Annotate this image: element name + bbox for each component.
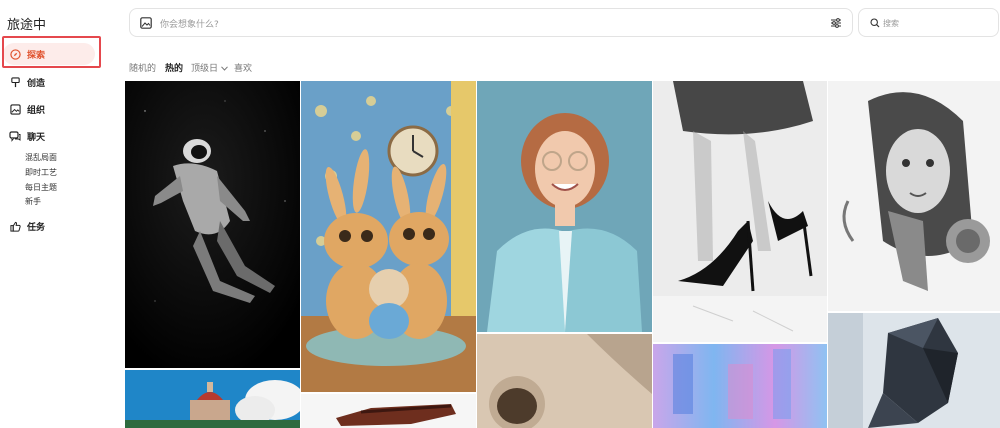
- filter-label: 顶级日: [191, 64, 219, 74]
- tattoo-portrait-image[interactable]: [828, 81, 1000, 311]
- low-poly-figure-image[interactable]: [828, 313, 1000, 428]
- sidebar: 旅途中 探索 创造 组织 聊天 混乱局面 即时工艺 每日主题 新手 任务: [0, 0, 112, 428]
- active-nav-highlight: [2, 36, 101, 68]
- search-icon: [870, 18, 880, 28]
- filter-hot[interactable]: 热的: [165, 61, 183, 74]
- abstract-paint-image[interactable]: [653, 344, 827, 428]
- sidebar-item-label: 任务: [27, 222, 46, 233]
- sidebar-item-chat[interactable]: 聊天: [3, 125, 95, 147]
- prompt-search-bar[interactable]: 你会想象什么?: [129, 8, 853, 37]
- image-icon[interactable]: [140, 17, 152, 29]
- sidebar-item-create[interactable]: 创造: [3, 71, 95, 93]
- rabbits-image[interactable]: [301, 81, 476, 392]
- filter-top-day[interactable]: 顶级日: [191, 61, 228, 74]
- chat-sub-item[interactable]: 新手: [25, 196, 41, 207]
- smiling-woman-image[interactable]: [477, 81, 652, 332]
- app-logo[interactable]: 旅途中: [7, 14, 46, 33]
- filter-random[interactable]: 随机的: [129, 61, 156, 74]
- high-heels-image[interactable]: [653, 81, 827, 342]
- food-image[interactable]: [301, 394, 476, 428]
- search-input[interactable]: 搜索: [883, 18, 899, 29]
- search-box[interactable]: 搜索: [858, 8, 999, 37]
- chat-sub-item[interactable]: 混乱局面: [25, 152, 57, 163]
- sidebar-item-organize[interactable]: 组织: [3, 98, 95, 120]
- filter-likes[interactable]: 喜欢: [234, 61, 252, 74]
- astronaut-image[interactable]: [125, 81, 300, 368]
- sidebar-item-tasks[interactable]: 任务: [3, 215, 95, 237]
- thumbs-up-icon: [9, 220, 21, 232]
- chat-sub-item[interactable]: 即时工艺: [25, 167, 57, 178]
- sidebar-item-label: 组织: [27, 105, 46, 116]
- brush-icon: [9, 76, 21, 88]
- shadow-wall-image[interactable]: [477, 334, 652, 428]
- chat-sub-item[interactable]: 每日主题: [25, 182, 57, 193]
- settings-sliders-icon[interactable]: [830, 17, 842, 29]
- sidebar-item-label: 聊天: [27, 132, 46, 143]
- sidebar-item-label: 创造: [27, 78, 46, 89]
- chat-icon: [9, 130, 21, 142]
- prompt-input[interactable]: 你会想象什么?: [160, 17, 219, 30]
- chevron-down-icon: [221, 66, 228, 71]
- building-sky-image[interactable]: [125, 370, 300, 428]
- image-icon: [9, 103, 21, 115]
